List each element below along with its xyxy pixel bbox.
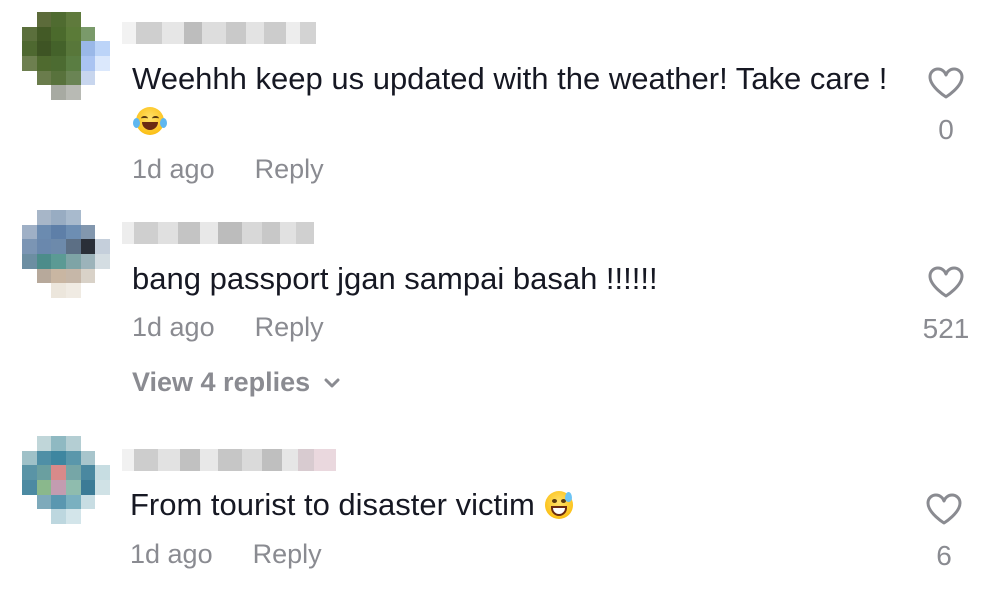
comment-meta: 1d ago Reply [132,154,324,185]
like-button[interactable]: 0 [916,66,976,146]
view-replies-label: View 4 replies [132,367,311,397]
reply-button[interactable]: Reply [255,312,324,343]
like-count: 6 [936,540,952,571]
avatar[interactable] [22,210,110,298]
comment-meta: 1d ago Reply [130,539,322,570]
like-count: 521 [922,313,970,344]
reply-button[interactable]: Reply [253,539,322,570]
heart-icon [928,266,964,298]
heart-icon [928,67,964,99]
heart-icon [926,493,962,525]
face-with-tears-of-joy-icon [133,107,167,135]
comment-text: Weehhh keep us updated with the weather!… [132,58,892,142]
comment-text: From tourist to disaster victim [130,484,890,526]
username-blurred[interactable] [122,22,316,44]
avatar[interactable] [22,436,110,524]
comment-meta: 1d ago Reply [132,312,324,343]
chevron-down-icon [324,378,340,387]
username-blurred[interactable] [122,449,336,471]
like-count: 0 [938,114,954,145]
like-button[interactable]: 521 [916,265,976,345]
grinning-face-with-sweat-icon [544,491,573,519]
view-replies-button[interactable]: View 4 replies [132,367,342,398]
comment-timestamp: 1d ago [132,312,215,342]
comment-timestamp: 1d ago [132,154,215,184]
comment-text: bang passport jgan sampai basah !!!!!! [132,261,658,296]
username-blurred[interactable] [122,222,314,244]
comment-timestamp: 1d ago [130,539,213,569]
avatar[interactable] [22,12,110,100]
like-button[interactable]: 6 [914,492,974,572]
reply-button[interactable]: Reply [255,154,324,185]
